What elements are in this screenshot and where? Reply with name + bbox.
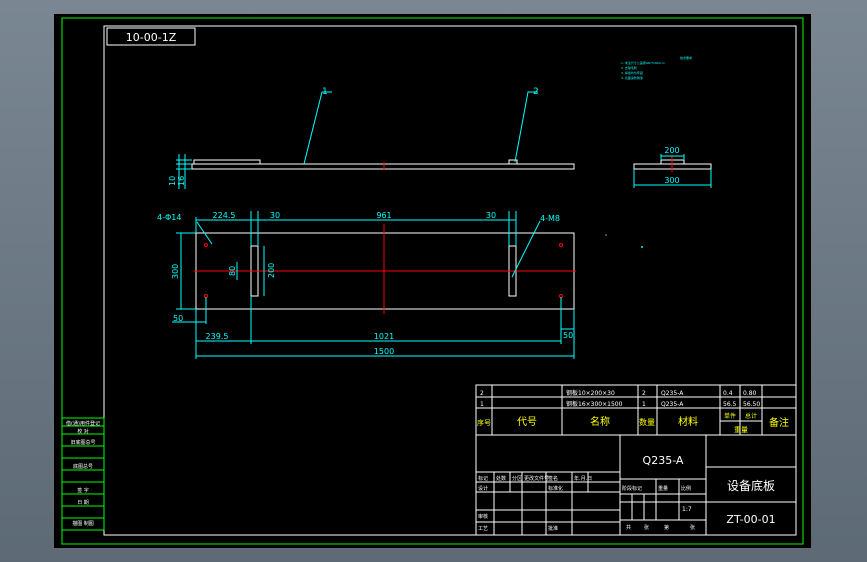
svg-text:更改文件号: 更改文件号 [524,475,549,482]
note-2: 2. 去除毛刺 [621,65,637,70]
svg-text:年.月.日: 年.月.日 [574,475,592,482]
notes-title: 技术要求 [680,55,692,60]
title-material: Q235-A [643,454,684,467]
svg-text:重量: 重量 [658,485,668,492]
note-1: 1. 未注尺寸公差按GB/T1804-m [621,60,665,65]
svg-text:钢板16×300×1500: 钢板16×300×1500 [566,400,623,408]
drawing-number: ZT-00-01 [726,513,775,526]
svg-text:序号: 序号 [477,418,491,427]
svg-text:重量: 重量 [734,426,748,434]
dim-side-top: 200 [664,146,679,155]
svg-text:共: 共 [626,524,631,531]
svg-text:工艺: 工艺 [478,526,488,532]
svg-text:1: 1 [480,401,484,408]
title-block: Q235-A 设备底板 ZT-00-01 标记 处数 分区 更改文件号 签名 年… [475,434,797,536]
svg-text:Q235-A: Q235-A [661,390,684,397]
svg-text:签 字: 签 字 [77,487,89,494]
dim-80: 80 [228,266,237,276]
hole-right-label: 4-M8 [540,214,560,223]
dim-300-left: 300 [171,264,180,279]
dim-side-bottom: 300 [664,176,679,185]
svg-text:处数: 处数 [496,475,506,482]
dim-200-plate: 200 [267,263,276,278]
svg-text:1: 1 [642,401,646,408]
leader-2: 2 [533,87,539,97]
left-stamp: 借(通)用件登记 旧底图总号 底图总号 签 字 日 期 描图 制图 校 对 [61,417,105,531]
dim-224-5: 224.5 [213,211,236,220]
note-3: 3. 焊缝均匀牢固 [621,70,643,75]
svg-text:设计: 设计 [478,485,488,492]
svg-text:签名: 签名 [548,475,558,482]
svg-text:56.50: 56.50 [743,401,760,408]
inner-border [103,25,797,536]
dim-239-5: 239.5 [206,332,229,341]
svg-text:张: 张 [690,524,695,531]
bom-table: 2 钢板10×200×30 2 Q235-A 0.4 0.80 1 钢板16×3… [475,384,797,436]
svg-text:材料: 材料 [678,415,698,428]
outer-border [61,17,804,545]
svg-text:底图总号: 底图总号 [73,463,93,470]
svg-text:0.4: 0.4 [723,390,733,397]
drawing-title: 设备底板 [727,478,775,493]
dim-961: 961 [376,211,391,220]
drawing-sheet[interactable]: 10-00-1Z 技术要求 1. 未注尺寸公差按GB/T1804-m 2. 去除… [54,14,811,548]
svg-text:2: 2 [642,390,646,397]
plan-view: 4-Φ14 4-M8 224.5 30 961 30 300 80 200 50… [157,211,576,359]
svg-text:审核: 审核 [478,513,488,520]
svg-text:日 期: 日 期 [77,500,89,506]
cad-drawing: 10-00-1Z 技术要求 1. 未注尺寸公差按GB/T1804-m 2. 去除… [61,17,804,545]
side-view: 200 300 [605,146,712,248]
svg-text:比例: 比例 [681,485,691,492]
svg-text:标准化: 标准化 [548,485,563,492]
svg-text:校 对: 校 对 [77,428,89,435]
svg-text:第: 第 [664,524,669,531]
svg-text:56.5: 56.5 [723,401,737,408]
svg-text:代号: 代号 [517,416,537,428]
dim-1021: 1021 [374,332,394,341]
svg-text:0.80: 0.80 [743,390,757,397]
leader-1: 1 [322,87,328,97]
dim-50-left: 50 [173,314,183,323]
svg-text:标记: 标记 [478,475,488,482]
hole-left-label: 4-Φ14 [157,213,181,222]
dim-30-a: 30 [270,211,280,220]
dim-thick-a: 10 [168,176,177,186]
scale-value: 1:7 [682,506,692,513]
svg-text:批准: 批准 [548,525,558,532]
svg-text:总计: 总计 [745,412,757,420]
dim-50-right: 50 [563,331,573,340]
svg-text:分区: 分区 [512,475,522,482]
dim-thick-b: 16 [177,176,186,186]
front-view: 1 2 10 16 [168,87,575,189]
dim-1500: 1500 [374,347,394,356]
svg-text:名称: 名称 [590,415,610,428]
svg-text:旧底图总号: 旧底图总号 [70,439,95,446]
svg-text:数量: 数量 [639,417,655,427]
top-code: 10-00-1Z [126,31,177,44]
svg-text:描图 制图: 描图 制图 [72,520,94,527]
svg-text:张: 张 [644,524,649,531]
svg-text:2: 2 [480,390,484,397]
svg-text:单件: 单件 [724,412,736,420]
svg-text:借(通)用件登记: 借(通)用件登记 [66,420,100,427]
dim-30-b: 30 [486,211,496,220]
note-4: 4. 表面涂防锈漆 [621,75,643,80]
svg-text:钢板10×200×30: 钢板10×200×30 [566,389,615,397]
svg-text:阶段标记: 阶段标记 [622,485,642,492]
svg-text:备注: 备注 [769,416,789,429]
svg-text:Q235-A: Q235-A [661,401,684,408]
